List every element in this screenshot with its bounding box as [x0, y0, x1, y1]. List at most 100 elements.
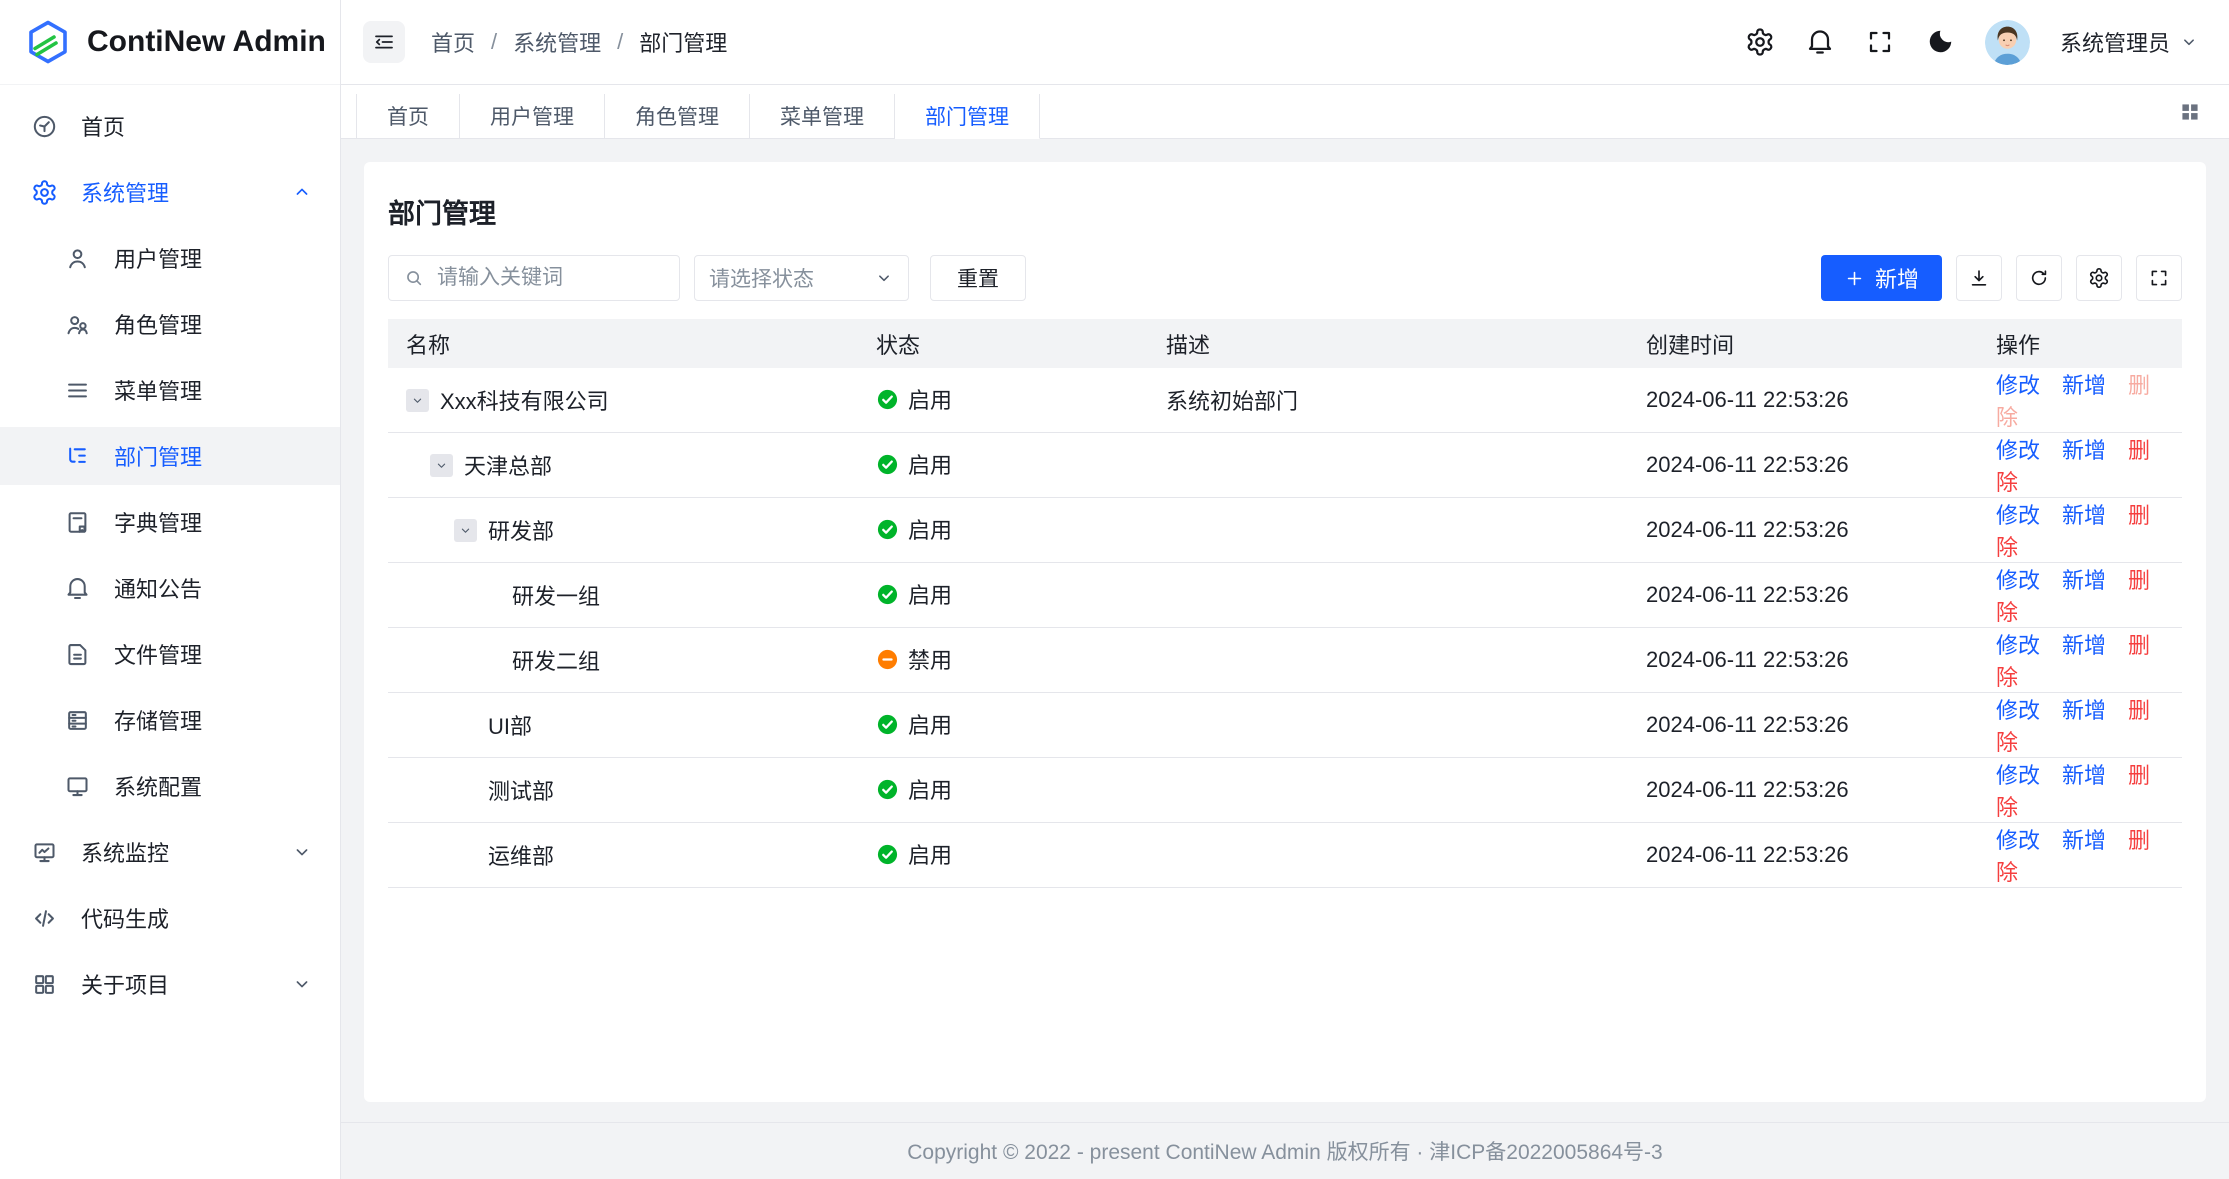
sidebar-item-系统管理[interactable]: 系统管理 — [0, 163, 340, 221]
check-circle-icon — [876, 453, 899, 476]
breadcrumb-separator: / — [617, 29, 623, 55]
breadcrumb-item[interactable]: 系统管理 — [513, 26, 601, 58]
add-child-link[interactable]: 新增 — [2062, 373, 2106, 398]
user-icon — [64, 245, 91, 272]
sidebar-item-label: 通知公告 — [114, 572, 202, 604]
settings-icon[interactable] — [1745, 27, 1775, 57]
sidebar-item-首页[interactable]: 首页 — [0, 97, 340, 155]
description-cell — [1148, 563, 1628, 628]
add-button[interactable]: 新增 — [1821, 255, 1942, 301]
monitor-icon — [64, 773, 91, 800]
toolbar-actions: 新增 — [1821, 255, 2182, 301]
add-child-link[interactable]: 新增 — [2062, 698, 2106, 723]
table-fullscreen-button[interactable] — [2136, 255, 2182, 301]
add-child-link[interactable]: 新增 — [2062, 568, 2106, 593]
dict-icon — [64, 509, 91, 536]
refresh-button[interactable] — [2016, 255, 2062, 301]
status-badge: 启用 — [876, 513, 952, 545]
sidebar-item-存储管理[interactable]: 存储管理 — [0, 691, 340, 749]
search-input[interactable] — [388, 255, 680, 301]
edit-link[interactable]: 修改 — [1996, 438, 2040, 463]
sidebar-item-通知公告[interactable]: 通知公告 — [0, 559, 340, 617]
add-child-link[interactable]: 新增 — [2062, 633, 2106, 658]
sidebar-item-代码生成[interactable]: 代码生成 — [0, 889, 340, 947]
sidebar-item-部门管理[interactable]: 部门管理 — [0, 427, 340, 485]
table-row: 运维部启用2024-06-11 22:53:26修改新增删除 — [388, 823, 2182, 888]
sidebar-item-label: 用户管理 — [114, 242, 202, 274]
sidebar-item-label: 代码生成 — [81, 902, 169, 934]
avatar[interactable] — [1985, 20, 2030, 65]
created-time-cell: 2024-06-11 22:53:26 — [1628, 823, 1978, 888]
status-label: 禁用 — [908, 643, 952, 675]
created-time-cell: 2024-06-11 22:53:26 — [1628, 693, 1978, 758]
breadcrumb-item[interactable]: 首页 — [431, 26, 475, 58]
add-child-link[interactable]: 新增 — [2062, 503, 2106, 528]
tab-部门管理[interactable]: 部门管理 — [895, 94, 1040, 139]
status-label: 启用 — [908, 773, 952, 805]
user-menu[interactable]: 系统管理员 — [2060, 26, 2199, 58]
menu-fold-icon[interactable] — [363, 21, 405, 63]
app-title: ContiNew Admin — [87, 25, 326, 59]
description-cell — [1148, 628, 1628, 693]
status-badge: 启用 — [876, 578, 952, 610]
sidebar-item-label: 字典管理 — [114, 506, 202, 538]
department-table: 名称状态描述创建时间操作 Xxx科技有限公司启用系统初始部门2024-06-11… — [388, 319, 2182, 888]
edit-link[interactable]: 修改 — [1996, 763, 2040, 788]
chevron-down-icon — [2179, 32, 2199, 52]
add-child-link[interactable]: 新增 — [2062, 438, 2106, 463]
check-circle-icon — [876, 778, 899, 801]
expand-toggle[interactable] — [454, 519, 477, 542]
dept-name-cell: 研发部 — [388, 498, 858, 563]
keyword-field[interactable] — [435, 265, 665, 291]
status-select[interactable]: 请选择状态 — [694, 255, 909, 301]
edit-link[interactable]: 修改 — [1996, 568, 2040, 593]
tab-用户管理[interactable]: 用户管理 — [460, 94, 605, 139]
sidebar-item-关于项目[interactable]: 关于项目 — [0, 955, 340, 1013]
table-settings-button[interactable] — [2076, 255, 2122, 301]
status-cell: 启用 — [858, 498, 1148, 563]
chevron-down-icon — [291, 841, 313, 863]
dept-name: 运维部 — [488, 839, 554, 871]
tab-bar: 首页用户管理角色管理 菜单管理部门管理 — [341, 85, 2229, 139]
sidebar-item-系统配置[interactable]: 系统配置 — [0, 757, 340, 815]
check-circle-icon — [876, 388, 899, 411]
edit-link[interactable]: 修改 — [1996, 828, 2040, 853]
sidebar-item-label: 系统配置 — [114, 770, 202, 802]
edit-link[interactable]: 修改 — [1996, 373, 2040, 398]
sidebar-item-系统监控[interactable]: 系统监控 — [0, 823, 340, 881]
sidebar: ContiNew Admin 首页系统管理用户管理角色管理菜单管理部门管理字典管… — [0, 0, 341, 1179]
sidebar-item-角色管理[interactable]: 角色管理 — [0, 295, 340, 353]
sidebar-item-label: 系统监控 — [81, 836, 169, 868]
chevron-up-icon — [291, 181, 313, 203]
fullscreen-icon[interactable] — [1865, 27, 1895, 57]
add-child-link[interactable]: 新增 — [2062, 763, 2106, 788]
notification-icon[interactable] — [1805, 27, 1835, 57]
expand-toggle[interactable] — [430, 454, 453, 477]
edit-link[interactable]: 修改 — [1996, 698, 2040, 723]
column-header-描述: 描述 — [1148, 319, 1628, 368]
dept-name: 研发二组 — [512, 644, 600, 676]
sidebar-item-label: 首页 — [81, 110, 125, 142]
tab-label: 角色管理 — [635, 101, 719, 131]
sidebar-item-label: 存储管理 — [114, 704, 202, 736]
main-content: 部门管理 请选择状态 重置 新增 — [341, 139, 2229, 1179]
sidebar-item-用户管理[interactable]: 用户管理 — [0, 229, 340, 287]
apps-grid-icon[interactable] — [2177, 99, 2203, 125]
edit-link[interactable]: 修改 — [1996, 503, 2040, 528]
description-cell — [1148, 693, 1628, 758]
sidebar-item-菜单管理[interactable]: 菜单管理 — [0, 361, 340, 419]
sidebar-item-文件管理[interactable]: 文件管理 — [0, 625, 340, 683]
download-button[interactable] — [1956, 255, 2002, 301]
table-header-row: 名称状态描述创建时间操作 — [388, 319, 2182, 368]
add-child-link[interactable]: 新增 — [2062, 828, 2106, 853]
tab-菜单管理[interactable]: 菜单管理 — [750, 94, 895, 139]
expand-toggle[interactable] — [406, 389, 429, 412]
tab-首页[interactable]: 首页 — [356, 94, 460, 139]
tab-角色管理[interactable]: 角色管理 — [605, 94, 750, 139]
dept-name-cell: 研发一组 — [388, 563, 858, 628]
sidebar-item-label: 系统管理 — [81, 176, 169, 208]
edit-link[interactable]: 修改 — [1996, 633, 2040, 658]
sidebar-item-字典管理[interactable]: 字典管理 — [0, 493, 340, 551]
dark-mode-icon[interactable] — [1925, 27, 1955, 57]
reset-button[interactable]: 重置 — [930, 255, 1026, 301]
